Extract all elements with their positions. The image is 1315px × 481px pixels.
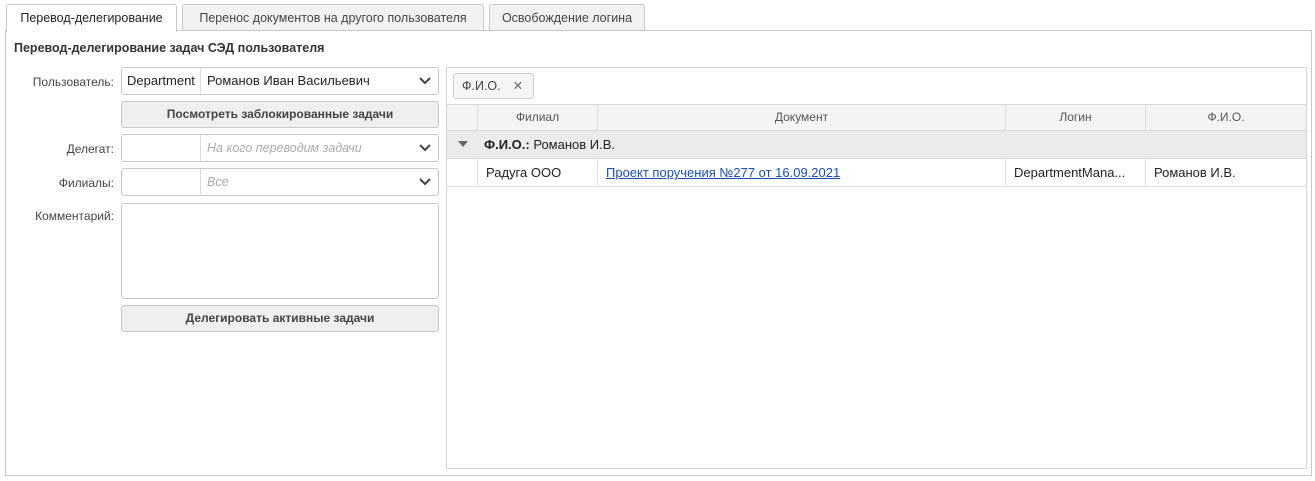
header-document[interactable]: Документ <box>597 105 1005 130</box>
delegate-left-value[interactable] <box>122 135 201 161</box>
user-name-value[interactable]: Романов Иван Васильевич <box>202 68 412 94</box>
grid-header: Филиал Документ Логин Ф.И.О. <box>447 104 1306 131</box>
chevron-down-icon[interactable] <box>419 143 431 153</box>
table-row[interactable]: Радуга ООО Проект поручения №277 от 16.0… <box>447 159 1306 187</box>
tab-panel: Перевод-делегирование задач СЭД пользова… <box>5 30 1312 476</box>
tab-transfer-documents[interactable]: Перенос документов на другого пользовате… <box>182 4 484 31</box>
collapse-triangle-icon[interactable] <box>458 141 468 148</box>
group-field-label: Ф.И.О.: <box>484 137 530 152</box>
user-label: Пользователь: <box>32 75 114 89</box>
header-branch[interactable]: Филиал <box>477 105 597 130</box>
cell-fio: Романов И.В. <box>1145 159 1306 186</box>
close-icon[interactable]: ✕ <box>513 79 523 93</box>
chevron-down-icon[interactable] <box>419 76 431 86</box>
branches-placeholder[interactable]: Все <box>202 169 412 195</box>
header-expand-column <box>447 105 477 130</box>
group-by-chip[interactable]: Ф.И.О. ✕ <box>453 73 535 99</box>
tab-delegation[interactable]: Перевод-делегирование <box>6 4 177 32</box>
delegate-placeholder[interactable]: На кого переводим задачи <box>202 135 412 161</box>
user-department-value[interactable]: Department <box>122 68 201 94</box>
document-link[interactable]: Проект поручения №277 от 16.09.2021 <box>606 165 840 180</box>
cell-login: DepartmentMana... <box>1005 159 1145 186</box>
branches-left-value[interactable] <box>122 169 201 195</box>
group-row[interactable]: Ф.И.О.: Романов И.В. <box>447 131 1306 159</box>
delegate-label: Делегат: <box>66 142 114 156</box>
page-title: Перевод-делегирование задач СЭД пользова… <box>14 41 325 55</box>
header-login[interactable]: Логин <box>1005 105 1145 130</box>
chevron-down-icon[interactable] <box>419 177 431 187</box>
cell-document: Проект поручения №277 от 16.09.2021 <box>597 159 1005 186</box>
comment-textarea[interactable] <box>121 203 439 299</box>
comment-label: Комментарий: <box>35 209 114 223</box>
delegate-active-tasks-button[interactable]: Делегировать активные задачи <box>121 305 439 332</box>
branches-label: Филиалы: <box>58 176 114 190</box>
tab-release-login[interactable]: Освобождение логина <box>489 4 645 31</box>
view-blocked-tasks-button[interactable]: Посмотреть заблокированные задачи <box>121 101 439 128</box>
cell-branch: Радуга ООО <box>477 159 597 186</box>
delegate-select[interactable]: На кого переводим задачи <box>121 134 439 162</box>
user-select[interactable]: Department Романов Иван Васильевич <box>121 67 439 95</box>
group-by-chip-label: Ф.И.О. <box>462 79 501 93</box>
tasks-grid: Ф.И.О. ✕ Филиал Документ Логин Ф.И.О. Ф.И… <box>446 67 1307 469</box>
branches-select[interactable]: Все <box>121 168 439 196</box>
group-field-value: Романов И.В. <box>533 137 616 152</box>
group-row-text: Ф.И.О.: Романов И.В. <box>484 131 615 158</box>
header-fio[interactable]: Ф.И.О. <box>1145 105 1306 130</box>
